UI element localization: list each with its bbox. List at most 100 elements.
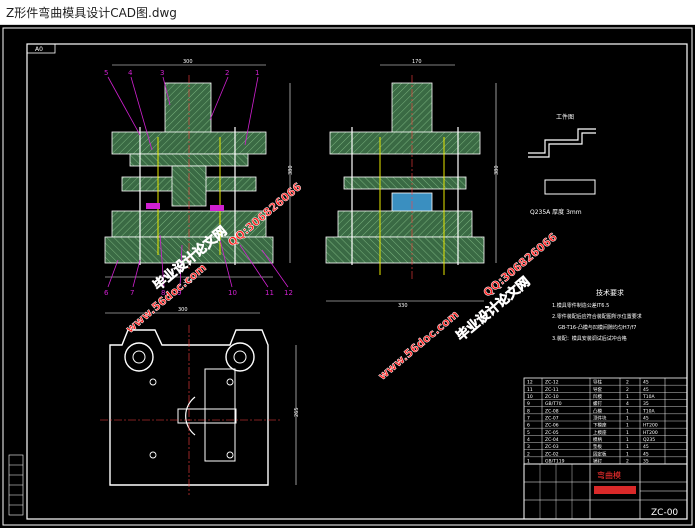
bom-cell: ZC-12	[545, 380, 559, 386]
bom-cell: GB/T70	[545, 401, 562, 407]
left-scale-strip	[8, 454, 24, 516]
title-block: 弯曲模 ZC-00	[523, 463, 688, 520]
bom-cell: 1	[626, 430, 629, 436]
bom-cell: ZC-05	[545, 430, 559, 436]
bom-cell: 45	[643, 444, 649, 450]
title-block-drawing-code: ZC-00	[651, 508, 678, 518]
dim-bottom-width-right: 330	[398, 303, 408, 309]
part-number-top-1: 5	[104, 69, 108, 77]
part-number-bottom-2: 7	[130, 289, 134, 297]
dim-height-right: 380	[494, 165, 500, 175]
cad-drawing[interactable]: A0 300 380 350 5 4 3 2 1 6 7 8 9 10 11 1…	[0, 25, 695, 528]
bom-cell: 1	[626, 437, 629, 443]
dim-front-width: 300	[183, 59, 193, 65]
tech-req-item-2: 2.零件装配后应符合装配图所示位置要求	[552, 313, 642, 320]
bom-cell: 上模座	[593, 429, 607, 436]
bom-cell: 顶件块	[593, 415, 607, 422]
bom-cell: ZC-08	[545, 408, 559, 414]
bom-cell: 45	[643, 387, 649, 393]
window-title: Z形件弯曲模具设计CAD图.dwg	[6, 6, 177, 20]
workpiece-title: 工件图	[556, 113, 574, 121]
bom-cell: 4	[527, 437, 530, 443]
bom-cell: 45	[643, 416, 649, 422]
bom-cell: ZC-06	[545, 423, 559, 429]
part-number-top-2: 4	[128, 69, 133, 77]
bom-cell: 9	[527, 401, 530, 407]
side-view-section: 170 380 330	[325, 59, 500, 309]
dim-height-left: 380	[288, 165, 294, 175]
bom-cell: 5	[527, 430, 530, 436]
bom-cell: ZC-02	[545, 451, 559, 457]
bom-cell: 11	[527, 387, 533, 393]
watermark-url-2: www.56doc.com	[376, 308, 462, 383]
watermarks: 毕业设计论文网 www.56doc.com QQ:306826066 毕业设计论…	[123, 180, 560, 383]
bom-cell: 1	[626, 408, 629, 414]
part-number-bottom-1: 6	[104, 289, 109, 297]
bom-cell: 3	[527, 444, 530, 450]
bom-cell: 模柄	[593, 436, 602, 443]
dim-side-width: 170	[412, 59, 422, 65]
bom-cell: 垫板	[593, 443, 602, 450]
tech-req-title: 技术要求	[596, 288, 624, 297]
front-workpiece-right	[210, 205, 224, 211]
sheet-size-label: A0	[35, 46, 43, 53]
bom-cell: 1	[626, 451, 629, 457]
bom-cell: T10A	[642, 408, 655, 414]
bom-cell: 凸模	[593, 407, 602, 414]
bom-cell: HT200	[643, 430, 658, 436]
bom-cell: 8	[527, 408, 530, 414]
bom-cell: 4	[626, 401, 629, 407]
tech-req-item-1: 1.模具零件制造公差IT6.5	[552, 302, 609, 309]
side-fixing-plate	[343, 176, 467, 190]
bom-cell: 10	[527, 394, 533, 400]
front-workpiece-left	[146, 203, 160, 209]
sheet-inner-border	[26, 43, 688, 520]
technical-requirements: 技术要求 1.模具零件制造公差IT6.5 2.零件装配后应符合装配图所示位置要求…	[552, 288, 642, 342]
window-titlebar: Z形件弯曲模具设计CAD图.dwg	[0, 0, 695, 25]
bom-cell: 2	[626, 387, 629, 393]
bom-cell: 6	[527, 423, 530, 429]
bill-of-materials: 12 ZC-12 导柱 2 4511 ZC-11 导套 2 4510 ZC-10 凹模 1 T10A9 G…	[523, 377, 688, 465]
bom-cell: T10A	[642, 394, 655, 400]
bom-cell: 45	[643, 451, 649, 457]
bom-cell: ZC-04	[545, 437, 559, 443]
side-lower-die-seat	[325, 236, 485, 264]
bom-cell: 2	[626, 380, 629, 386]
bom-cell: 1	[626, 394, 629, 400]
bom-cell: ZC-11	[545, 387, 559, 393]
part-number-top-3: 3	[160, 69, 164, 77]
bom-cell: 销钉	[593, 458, 602, 465]
bom-cell: 螺钉	[593, 400, 602, 407]
bom-cell: 1	[626, 444, 629, 450]
bom-cell: 1	[626, 416, 629, 422]
tech-req-item-3: GB-T16-凸模与凹模间隙均匀H7/f7	[558, 324, 636, 331]
part-number-top-4: 2	[225, 69, 229, 77]
cad-canvas[interactable]: A0 300 380 350 5 4 3 2 1 6 7 8 9 10 11 1…	[0, 25, 695, 528]
dim-plan-height: 265	[294, 407, 300, 417]
bom-cell: 导套	[593, 386, 602, 393]
bom-cell: Q235	[643, 437, 655, 443]
bom-cell: 1	[626, 423, 629, 429]
part-number-bottom-6: 11	[265, 289, 274, 297]
workpiece-drawing: 工件图 Q235A 厚度 3mm	[528, 113, 596, 216]
bom-cell: 导柱	[593, 379, 602, 386]
part-number-bottom-5: 10	[228, 289, 237, 297]
front-punch	[171, 165, 207, 207]
part-number-bottom-7: 12	[284, 289, 293, 297]
bom-cell: 2	[527, 451, 530, 457]
bom-cell: HT200	[643, 423, 658, 429]
bom-cell: ZC-07	[545, 416, 559, 422]
bom-cell: ZC-03	[545, 444, 559, 450]
bom-cell: 7	[527, 416, 530, 422]
sheet-outer-border	[2, 27, 693, 526]
bom-cell: 固定板	[593, 450, 607, 457]
tech-req-item-4: 3.装配：模具安装调试后试冲合格	[552, 335, 627, 342]
bom-cell: 凹模	[593, 393, 602, 400]
front-die-shank	[164, 82, 212, 134]
bom-cell: ZC-10	[545, 394, 559, 400]
bom-cell: 35	[643, 401, 649, 407]
bom-cell: 12	[527, 380, 533, 386]
bom-cell: 45	[643, 380, 649, 386]
part-number-top-5: 1	[255, 69, 259, 77]
material-label: Q235A 厚度 3mm	[530, 208, 582, 216]
